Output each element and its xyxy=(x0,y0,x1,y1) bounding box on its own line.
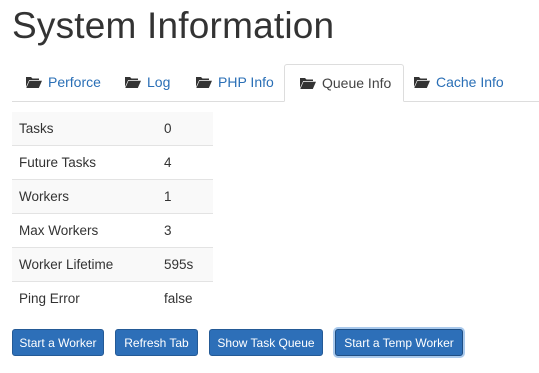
show-task-queue-button[interactable]: Show Task Queue xyxy=(209,329,323,356)
tab-cache-info[interactable]: Cache Info xyxy=(414,64,504,100)
tab-label: Cache Info xyxy=(436,74,504,90)
folder-open-icon xyxy=(26,76,42,88)
row-key: Future Tasks xyxy=(12,145,157,180)
tab-log[interactable]: Log xyxy=(125,64,170,100)
tab-queue-info[interactable]: Queue Info xyxy=(284,64,405,102)
tab-bar: Perforce Log PHP Info Queue Info Cache I… xyxy=(12,64,539,102)
tab-php-info[interactable]: PHP Info xyxy=(196,64,274,100)
page-title: System Information xyxy=(12,5,335,46)
folder-open-icon xyxy=(414,76,430,88)
row-value: 0 xyxy=(157,112,213,146)
refresh-tab-button[interactable]: Refresh Tab xyxy=(115,329,198,356)
table-row: Max Workers 3 xyxy=(12,213,213,248)
start-temp-worker-button[interactable]: Start a Temp Worker xyxy=(335,329,463,356)
row-key: Workers xyxy=(12,179,157,214)
start-worker-button[interactable]: Start a Worker xyxy=(12,329,104,356)
folder-open-icon xyxy=(196,76,212,88)
tab-label: Queue Info xyxy=(322,75,392,91)
tab-label: PHP Info xyxy=(218,74,274,90)
table-row: Ping Error false xyxy=(12,281,213,315)
row-key: Ping Error xyxy=(12,281,157,315)
table-row: Workers 1 xyxy=(12,179,213,214)
table-row: Future Tasks 4 xyxy=(12,145,213,180)
queue-info-table: Tasks 0 Future Tasks 4 Workers 1 Max Wor… xyxy=(12,112,213,315)
row-value: 3 xyxy=(157,213,213,248)
row-value: false xyxy=(157,281,213,315)
table-row: Worker Lifetime 595s xyxy=(12,247,213,282)
folder-open-icon xyxy=(300,77,316,89)
row-value: 595s xyxy=(157,247,213,282)
table-row: Tasks 0 xyxy=(12,112,213,146)
row-key: Max Workers xyxy=(12,213,157,248)
folder-open-icon xyxy=(125,76,141,88)
row-value: 1 xyxy=(157,179,213,214)
row-key: Tasks xyxy=(12,112,157,146)
tab-label: Perforce xyxy=(48,74,101,90)
row-value: 4 xyxy=(157,145,213,180)
tab-label: Log xyxy=(147,74,171,90)
tab-perforce[interactable]: Perforce xyxy=(26,64,101,100)
row-key: Worker Lifetime xyxy=(12,247,157,282)
